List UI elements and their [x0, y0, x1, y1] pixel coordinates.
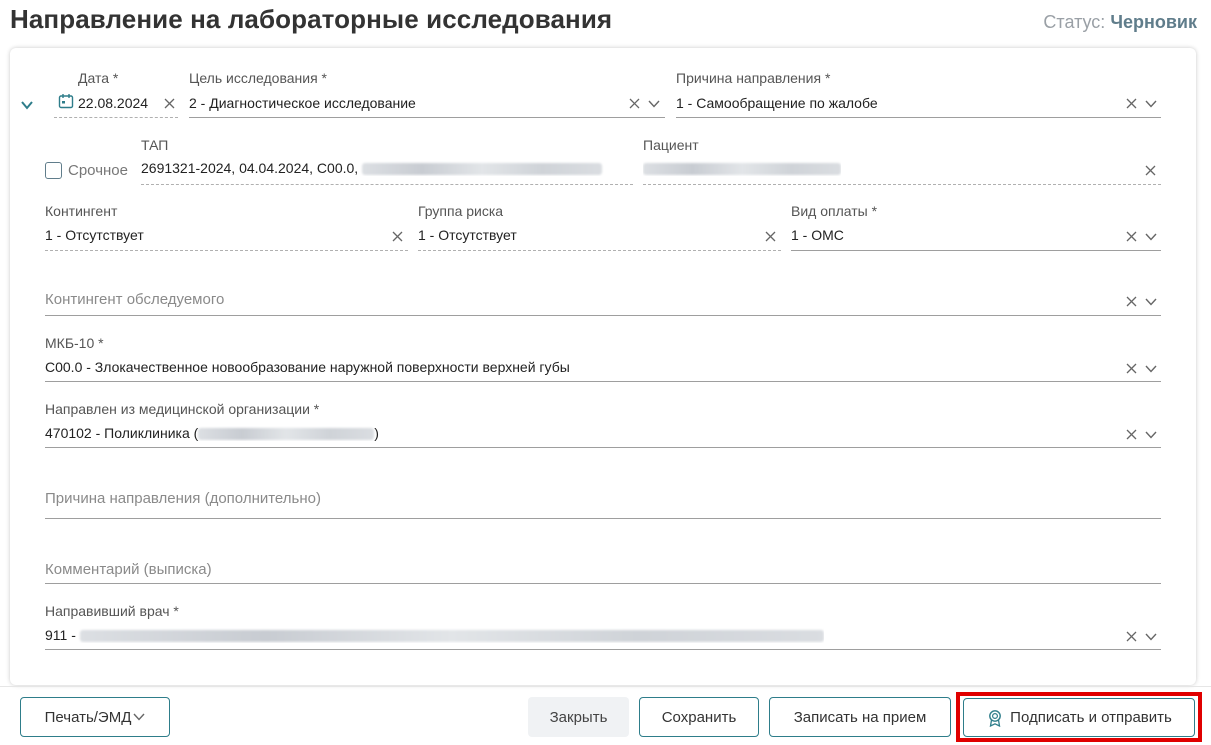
close-button[interactable]: Закрыть [528, 697, 629, 737]
close-icon[interactable] [765, 231, 776, 242]
page-title: Направление на лабораторные исследования [10, 4, 613, 34]
save-button[interactable]: Сохранить [639, 697, 759, 737]
reason-value: 1 - Самообращение по жалобе [676, 95, 878, 111]
patient-label: Пациент [643, 137, 699, 153]
redacted-text [643, 163, 841, 176]
close-icon[interactable] [164, 98, 175, 109]
print-button[interactable]: Печать/ЭМД [20, 697, 170, 737]
contingent-field[interactable]: Контингент 1 - Отсутствует [45, 203, 408, 251]
risk-group-label: Группа риска [418, 203, 504, 219]
status-value: Черновик [1110, 12, 1197, 32]
urgent-label: Срочное [68, 162, 128, 179]
chevron-down-icon [133, 713, 145, 721]
org-value-suffix: ) [374, 425, 379, 441]
examined-contingent-underline [45, 315, 1161, 316]
footer-divider [0, 686, 1211, 687]
payment-field[interactable]: Вид оплаты * 1 - ОМС [791, 203, 1161, 251]
appointment-button[interactable]: Записать на прием [769, 697, 951, 737]
close-icon[interactable] [1145, 165, 1156, 176]
close-icon[interactable] [392, 231, 403, 242]
examined-contingent-placeholder: Контингент обследуемого [45, 291, 225, 308]
redacted-text [79, 630, 824, 643]
chevron-down-icon[interactable] [1145, 633, 1157, 641]
purpose-field[interactable]: Цель исследования * 2 - Диагностическое … [189, 70, 665, 118]
reason-extra-field[interactable]: Причина направления (дополнительно) [45, 480, 1161, 519]
doctor-field[interactable]: Направивший врач * 911 - [45, 603, 1161, 650]
chevron-down-icon[interactable] [1145, 365, 1157, 373]
urgent-checkbox[interactable] [45, 162, 62, 179]
mkb-field[interactable]: МКБ-10 * C00.0 - Злокачественное новообр… [45, 335, 1161, 382]
contingent-label: Контингент [45, 203, 118, 219]
close-icon[interactable] [629, 98, 640, 109]
close-icon[interactable] [1126, 231, 1137, 242]
date-field[interactable]: Дата * 22.08.2024 [54, 70, 178, 118]
tap-underline [141, 184, 633, 185]
redacted-text [198, 428, 375, 441]
risk-group-field[interactable]: Группа риска 1 - Отсутствует [418, 203, 781, 251]
payment-value: 1 - ОМС [791, 227, 844, 243]
tap-label: ТАП [141, 137, 169, 153]
doctor-underline [45, 649, 1161, 650]
chevron-down-icon[interactable] [20, 98, 34, 112]
risk-group-value: 1 - Отсутствует [418, 227, 517, 243]
mkb-label: МКБ-10 * [45, 335, 104, 351]
chevron-down-icon[interactable] [1145, 298, 1157, 306]
close-icon[interactable] [1126, 363, 1137, 374]
examined-contingent-field[interactable]: Контингент обследуемого [45, 282, 1161, 316]
tap-field[interactable]: ТАП 2691321-2024, 04.04.2024, C00.0, [141, 137, 633, 185]
doctor-label: Направивший врач * [45, 603, 179, 619]
org-value: 470102 - Поликлиника () [45, 425, 379, 441]
date-underline [54, 117, 178, 118]
reason-extra-placeholder: Причина направления (дополнительно) [45, 490, 321, 507]
patient-value [643, 160, 841, 176]
doctor-value-prefix: 911 - [45, 627, 76, 643]
appointment-button-label: Записать на прием [793, 708, 927, 726]
highlight-box [956, 692, 1202, 742]
chevron-down-icon[interactable] [1145, 100, 1157, 108]
mkb-value: C00.0 - Злокачественное новообразование … [45, 359, 570, 375]
status-label: Статус: [1043, 12, 1106, 32]
contingent-value: 1 - Отсутствует [45, 227, 144, 243]
close-icon[interactable] [1126, 98, 1137, 109]
comment-field[interactable]: Комментарий (выписка) [45, 552, 1161, 584]
payment-underline [791, 250, 1161, 251]
reason-underline [676, 117, 1161, 118]
purpose-underline [189, 117, 665, 118]
org-field[interactable]: Направлен из медицинской организации * 4… [45, 401, 1161, 448]
close-button-label: Закрыть [549, 708, 608, 726]
patient-field[interactable]: Пациент [643, 137, 1161, 185]
doctor-value: 911 - [45, 627, 824, 643]
calendar-icon[interactable] [58, 93, 74, 109]
close-icon[interactable] [1126, 296, 1137, 307]
chevron-down-icon[interactable] [648, 100, 660, 108]
patient-underline [643, 184, 1161, 185]
save-button-label: Сохранить [661, 708, 737, 726]
close-icon[interactable] [1126, 429, 1137, 440]
contingent-underline [45, 250, 408, 251]
org-value-prefix: 470102 - Поликлиника ( [45, 425, 199, 441]
close-icon[interactable] [1126, 631, 1137, 642]
tap-value: 2691321-2024, 04.04.2024, C00.0, [141, 160, 631, 176]
redacted-text [362, 163, 603, 176]
tap-value-text: 2691321-2024, 04.04.2024, C00.0, [141, 160, 359, 176]
risk-group-underline [418, 250, 781, 251]
comment-placeholder: Комментарий (выписка) [45, 561, 212, 578]
date-input[interactable]: 22.08.2024 [78, 95, 148, 111]
date-label: Дата * [78, 70, 119, 86]
chevron-down-icon[interactable] [1145, 233, 1157, 241]
chevron-down-icon[interactable] [1145, 431, 1157, 439]
purpose-label: Цель исследования * [189, 70, 327, 86]
reason-extra-underline [45, 518, 1161, 519]
status: Статус: Черновик [1043, 12, 1197, 33]
org-label: Направлен из медицинской организации * [45, 401, 320, 417]
comment-underline [45, 583, 1161, 584]
org-underline [45, 447, 1161, 448]
purpose-value: 2 - Диагностическое исследование [189, 95, 416, 111]
reason-field[interactable]: Причина направления * 1 - Самообращение … [676, 70, 1161, 118]
mkb-underline [45, 381, 1161, 382]
reason-label: Причина направления * [676, 70, 831, 86]
print-button-label: Печать/ЭМД [44, 708, 132, 726]
payment-label: Вид оплаты * [791, 203, 878, 219]
